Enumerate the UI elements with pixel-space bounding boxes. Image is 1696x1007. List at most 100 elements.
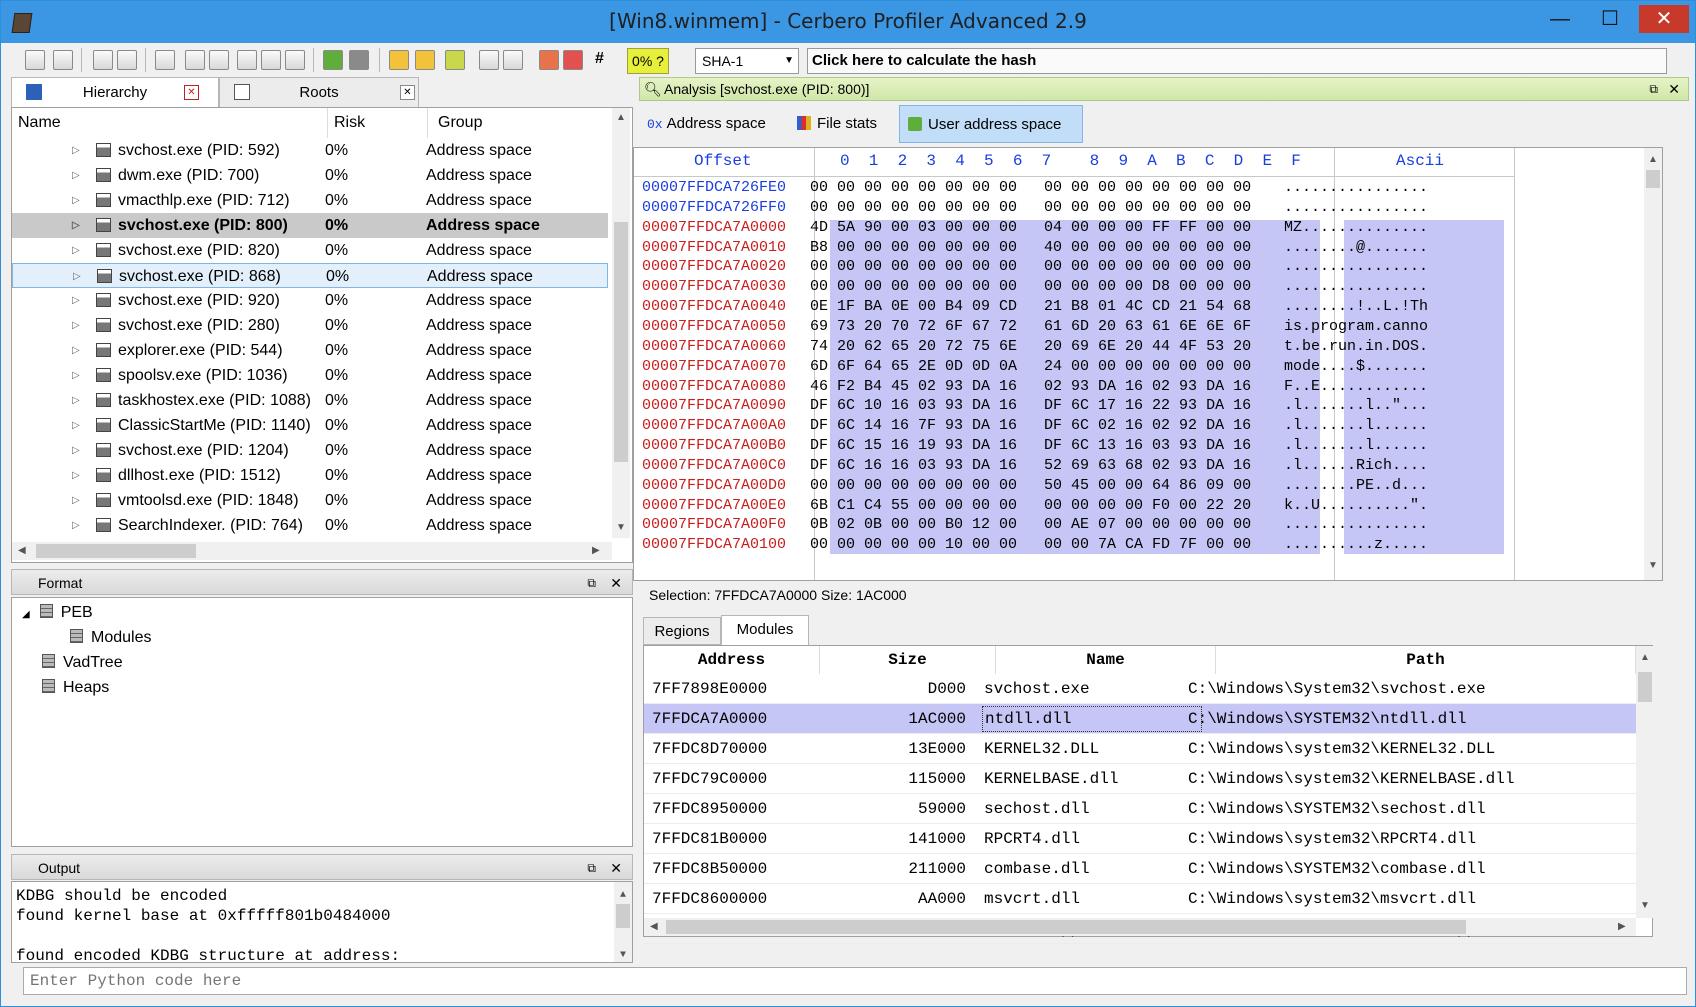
python-input[interactable] [23,967,1687,995]
expand-arrow-icon[interactable]: ▷ [72,288,80,313]
scroll-down-icon[interactable]: ▼ [614,946,632,962]
hex-bytes[interactable]: 00 00 00 00 00 00 00 00 00 00 00 00 00 0… [810,178,1251,198]
hex-bytes[interactable]: DF 6C 16 16 03 93 DA 16 52 69 63 68 02 9… [810,456,1251,476]
module-row[interactable]: 7FFDC8600000 AA000 msvcrt.dll C:\Windows\sy… [644,884,1636,914]
hex-ascii[interactable]: ........@....... [1284,238,1428,258]
tab-user-address-space[interactable]: User address space [899,105,1083,143]
scroll-right-icon[interactable]: ▶ [1618,921,1626,932]
modules-hscrollbar[interactable]: ◀ ▶ [644,918,1636,936]
expand-arrow-icon[interactable]: ▷ [72,213,80,238]
report-icon[interactable] [479,50,499,70]
close-icon[interactable]: ✕ [610,855,622,881]
close-button[interactable]: ✕ [1639,5,1689,33]
hex-bytes[interactable]: 00 00 00 00 00 00 00 00 00 00 00 00 00 0… [810,198,1251,218]
hierarchy-row[interactable]: ▷ dwm.exe (PID: 700) 0% Address space [12,163,608,188]
scroll-thumb[interactable] [614,222,628,462]
hex-bytes[interactable]: 00 00 00 00 00 10 00 00 00 00 7A CA FD 7… [810,535,1251,555]
hash-algorithm-select[interactable]: SHA-1 ▼ [695,48,799,74]
colors2-icon[interactable] [563,50,583,70]
tab-file-stats[interactable]: File stats [791,105,891,143]
hex-bytes[interactable]: 74 20 62 65 20 72 75 6E 20 69 6E 20 44 4… [810,337,1251,357]
scroll-up-icon[interactable]: ▲ [1636,652,1654,663]
hex-view[interactable]: Offset 0 1 2 3 4 5 6 7 8 9 A B C D E F A… [633,147,1663,581]
hex-bytes[interactable]: 0B 02 0B 00 00 B0 12 00 00 AE 07 00 00 0… [810,515,1251,535]
column-header-name[interactable]: Name [996,646,1216,674]
column-header-path[interactable]: Path [1216,646,1636,674]
format-tree[interactable]: ◢ PEB Modules VadTree Heaps [11,597,633,847]
hex-ascii[interactable]: ................ [1284,178,1428,198]
back-arrow-icon[interactable] [323,50,343,70]
maximize-button[interactable]: ☐ [1587,5,1633,33]
hex-ascii[interactable]: ........!..L.!Th [1284,297,1428,317]
scroll-thumb[interactable] [36,544,196,558]
scroll-down-icon[interactable]: ▼ [1636,900,1654,911]
scroll-down-icon[interactable]: ▼ [1644,560,1662,571]
module-row[interactable]: 7FF7898E0000 D000 svchost.exe C:\Windows\Sy… [644,674,1636,704]
module-row[interactable]: 7FFDC81B0000 141000 RPCRT4.dll C:\Windows\s… [644,824,1636,854]
hierarchy-row[interactable]: ▷ spoolsv.exe (PID: 1036) 0% Address space [12,363,608,388]
hex-bytes[interactable]: 00 00 00 00 00 00 00 00 00 00 00 00 00 0… [810,257,1251,277]
hex-ascii[interactable]: F..E............ [1284,377,1428,397]
scroll-thumb[interactable] [666,920,1466,934]
scroll-up-icon[interactable]: ▲ [612,112,630,123]
hierarchy-row[interactable]: ▷ ClassicStartMe (PID: 1140) 0% Address spa… [12,413,608,438]
output-console[interactable]: KDBG should be encoded found kernel base… [11,881,633,963]
column-header-address[interactable]: Address [644,646,820,674]
expand-arrow-icon[interactable]: ▷ [73,264,81,289]
settings-icon[interactable] [93,50,113,70]
close-icon[interactable]: ✕ [184,85,199,100]
tree-item-vadtree[interactable]: VadTree [42,652,123,674]
close-icon[interactable]: ✕ [1668,78,1680,100]
expand-arrow-icon[interactable]: ▷ [72,513,80,538]
hierarchy-row[interactable]: ▷ svchost.exe (PID: 592) 0% Address space [12,138,608,163]
minimize-button[interactable]: — [1537,5,1583,33]
hierarchy-row[interactable]: ▷ dllhost.exe (PID: 1512) 0% Address space [12,463,608,488]
expand-arrow-icon[interactable]: ▷ [72,488,80,513]
hex-bytes[interactable]: B8 00 00 00 00 00 00 00 40 00 00 00 00 0… [810,238,1251,258]
hex-ascii[interactable]: ................ [1284,277,1428,297]
scroll-left-icon[interactable]: ◀ [18,545,26,556]
expand-arrow-icon[interactable]: ▷ [72,413,80,438]
hex-bytes[interactable]: 0E 1F BA 0E 00 B4 09 CD 21 B8 01 4C CD 2… [810,297,1251,317]
tree-item-peb[interactable]: ◢ PEB [22,602,93,626]
hex-ascii[interactable]: .l.......l.."... [1284,396,1428,416]
save-as-icon[interactable] [53,50,73,70]
expand-arrow-icon[interactable]: ▷ [72,163,80,188]
risk-percent-button[interactable]: 0% ? [627,48,669,74]
edit-icon[interactable] [503,50,523,70]
hierarchy-hscrollbar[interactable]: ◀ ▶ [12,542,612,560]
hierarchy-row[interactable]: ▷ svchost.exe (PID: 800) 0% Address space [12,213,608,238]
close-icon[interactable]: ✕ [610,570,622,596]
hex-vscrollbar[interactable]: ▲ ▼ [1644,148,1662,580]
hierarchy-row[interactable]: ▷ svchost.exe (PID: 280) 0% Address space [12,313,608,338]
hierarchy-tree[interactable]: Name Risk Group ▷ svchost.exe (PID: 592) 0… [11,107,633,563]
hex-bytes[interactable]: DF 6C 15 16 19 93 DA 16 DF 6C 13 16 03 9… [810,436,1251,456]
hierarchy-row[interactable]: ▷ vmacthlp.exe (PID: 712) 0% Address space [12,188,608,213]
hex-ascii[interactable]: ................ [1284,257,1428,277]
find-next-icon[interactable] [261,50,281,70]
find-icon[interactable] [237,50,257,70]
column-header-risk[interactable]: Risk [328,108,428,138]
hex-ascii[interactable]: k..U..........". [1284,496,1428,516]
expand-icon[interactable]: ◢ [22,609,30,620]
hex-bytes[interactable]: 6B C1 C4 55 00 00 00 00 00 00 00 00 F0 0… [810,496,1251,516]
hex-ascii[interactable]: is.program.canno [1284,317,1428,337]
hex-ascii[interactable]: .l.......l...... [1284,416,1428,436]
hex-ascii[interactable]: MZ.............. [1284,218,1428,238]
float-icon[interactable]: ⧉ [587,855,596,881]
scroll-down-icon[interactable]: ▼ [612,522,630,533]
modules-vscrollbar[interactable]: ▲ ▼ [1636,646,1654,918]
float-icon[interactable]: ⧉ [1649,78,1658,100]
hex-bytes[interactable]: 00 00 00 00 00 00 00 00 00 00 00 00 D8 0… [810,277,1251,297]
tree-item-modules[interactable]: Modules [70,627,151,649]
hex-bytes[interactable]: DF 6C 10 16 03 93 DA 16 DF 6C 17 16 22 9… [810,396,1251,416]
hex-bytes[interactable]: DF 6C 14 16 7F 93 DA 16 DF 6C 02 16 02 9… [810,416,1251,436]
hierarchy-row[interactable]: ▷ explorer.exe (PID: 544) 0% Address space [12,338,608,363]
scroll-up-icon[interactable]: ▲ [614,886,632,906]
tab-roots[interactable]: Roots ✕ [219,77,419,107]
hex-ascii[interactable]: .l.......l...... [1284,436,1428,456]
column-header-name[interactable]: Name [18,108,328,138]
bookmark-add-icon[interactable] [389,50,409,70]
hex-ascii[interactable]: mode....$....... [1284,357,1428,377]
hierarchy-row[interactable]: ▷ vmtoolsd.exe (PID: 1848) 0% Address space [12,488,608,513]
